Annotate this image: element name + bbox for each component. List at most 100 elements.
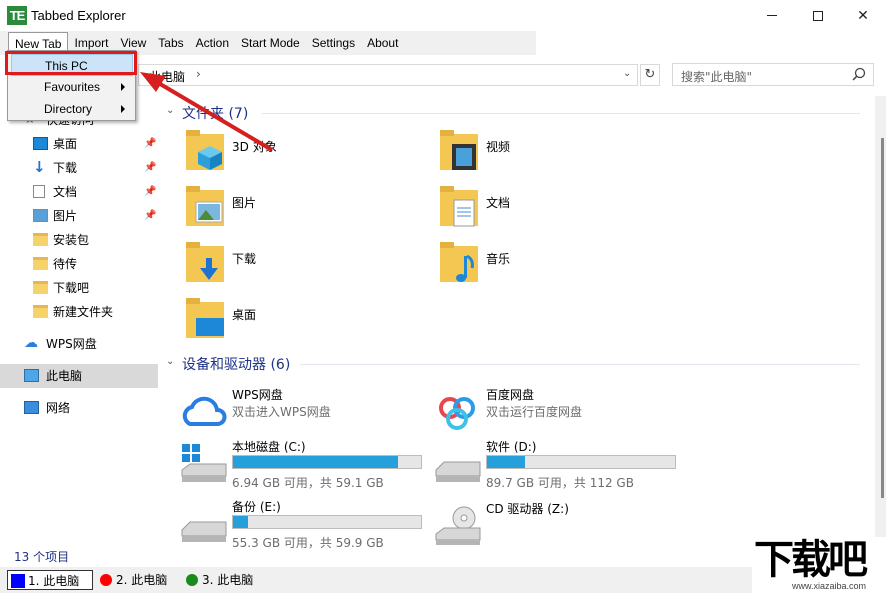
folder-tile[interactable]: 视频 [440, 130, 660, 182]
title-bar: TE Tabbed Explorer ✕ [0, 0, 886, 31]
search-input[interactable]: 搜索"此电脑" [672, 63, 874, 86]
folder-tile[interactable]: 下载 [186, 242, 406, 294]
cd-drive-icon [435, 506, 481, 545]
hard-drive-icon [181, 521, 227, 542]
sidebar-item-documents[interactable]: 文档 📌 [0, 180, 158, 204]
drive-tile-d[interactable]: 软件 (D:) 89.7 GB 可用，共 112 GB [434, 438, 684, 494]
pin-icon: 📌 [144, 210, 157, 221]
computer-icon [24, 369, 39, 382]
drive-tile-z[interactable]: CD 驱动器 (Z:) [434, 500, 684, 556]
maximize-button[interactable] [795, 0, 841, 31]
search-icon [852, 67, 866, 81]
picture-icon [33, 209, 48, 222]
group-header-devices[interactable]: 设备和驱动器 (6) [182, 354, 290, 374]
group-divider [262, 113, 860, 114]
drive-usage-bar [486, 455, 676, 469]
collapse-chevron-icon[interactable]: ⌄ [166, 356, 174, 367]
menu-about[interactable]: About [361, 32, 404, 54]
submenu-arrow-icon [121, 105, 125, 113]
folder-icon [33, 233, 48, 246]
maximize-icon [813, 10, 823, 21]
scrollbar-thumb[interactable] [881, 138, 884, 498]
sidebar-item-folder[interactable]: 待传 [0, 252, 158, 276]
watermark-text: 下载吧 [754, 537, 868, 583]
group-divider [300, 364, 860, 365]
sidebar-item-folder[interactable]: 下载吧 [0, 276, 158, 300]
search-placeholder: 搜索"此电脑" [681, 70, 753, 84]
refresh-button[interactable]: ↻ [640, 64, 660, 86]
desktop-folder-icon [186, 298, 224, 338]
cloud-icon: ☁ [24, 335, 38, 351]
minimize-button[interactable] [749, 0, 795, 31]
close-icon: ✕ [857, 7, 869, 24]
sidebar-item-desktop[interactable]: 桌面 📌 [0, 132, 158, 156]
group-header-folders[interactable]: 文件夹 (7) [182, 103, 248, 123]
close-button[interactable]: ✕ [840, 0, 886, 31]
sidebar-item-network[interactable]: 网络 [0, 396, 158, 420]
sidebar-item-this-pc[interactable]: 此电脑 [0, 364, 158, 388]
hard-drive-icon [435, 461, 481, 482]
watermark-url: www.xiazaiba.com [792, 581, 867, 591]
folder-tile[interactable]: 文档 [440, 186, 660, 238]
drive-tile-e[interactable]: 备份 (E:) 55.3 GB 可用，共 59.9 GB [180, 498, 430, 554]
item-count: 13 个项目 [14, 550, 70, 564]
sidebar-item-wps[interactable]: ☁ WPS网盘 [0, 332, 158, 356]
windows-drive-icon [181, 444, 227, 482]
folder-tile[interactable]: 图片 [186, 186, 406, 238]
tab-color-icon [11, 574, 25, 588]
tab-color-icon [186, 574, 198, 586]
3d-objects-folder-icon [186, 130, 224, 170]
app-icon: TE [7, 6, 27, 25]
baidu-drive-tile[interactable]: 百度网盘 双击运行百度网盘 [434, 386, 684, 442]
watermark-logo: 下载吧 www.xiazaiba.com [752, 537, 886, 593]
document-icon [33, 185, 45, 198]
address-history-chevron-icon[interactable]: ⌄ [623, 68, 631, 79]
folder-tile[interactable]: 桌面 [186, 298, 406, 350]
menu-tabs[interactable]: Tabs [152, 32, 189, 54]
sidebar-item-folder[interactable]: 安装包 [0, 228, 158, 252]
submenu-arrow-icon [121, 83, 125, 91]
network-icon [24, 401, 39, 414]
pin-icon: 📌 [144, 186, 157, 197]
folder-icon [33, 281, 48, 294]
dropdown-favourites-label: Favourites [44, 80, 101, 94]
breadcrumb-chevron-icon: › [196, 67, 201, 81]
sidebar-item-downloads[interactable]: ↓ 下载 📌 [0, 156, 158, 180]
pin-icon: 📌 [144, 162, 157, 173]
menu-start-mode[interactable]: Start Mode [235, 32, 306, 54]
navigation-pane: ★ 快速访问 桌面 📌 ↓ 下载 📌 文档 📌 图片 📌 安装包 待传 下载吧 … [0, 96, 158, 542]
folder-icon [33, 305, 48, 318]
music-folder-icon [440, 242, 478, 282]
drive-tile-c[interactable]: 本地磁盘 (C:) 6.94 GB 可用，共 59.1 GB [180, 438, 430, 494]
address-bar[interactable]: 此电脑 › ⌄ [138, 64, 638, 86]
drive-usage-bar [232, 455, 422, 469]
refresh-icon: ↻ [644, 67, 656, 82]
pin-icon: 📌 [144, 138, 157, 149]
dropdown-directory-label: Directory [44, 102, 93, 116]
minimize-icon [767, 15, 777, 16]
window-title: Tabbed Explorer [31, 8, 126, 23]
baidu-netdisk-icon [439, 397, 475, 430]
tab-1[interactable]: 1. 此电脑 [7, 570, 93, 590]
sidebar-item-folder[interactable]: 新建文件夹 [0, 300, 158, 324]
folder-tile[interactable]: 音乐 [440, 242, 660, 294]
collapse-chevron-icon[interactable]: ⌄ [166, 105, 174, 116]
sidebar-item-pictures[interactable]: 图片 📌 [0, 204, 158, 228]
menu-action[interactable]: Action [190, 32, 235, 54]
tab-3[interactable]: 3. 此电脑 [184, 570, 264, 590]
menu-settings[interactable]: Settings [306, 32, 361, 54]
downloads-folder-icon [186, 242, 224, 282]
drive-usage-bar [232, 515, 422, 529]
tab-2[interactable]: 2. 此电脑 [98, 570, 178, 590]
dropdown-directory[interactable]: Directory [11, 98, 133, 120]
documents-folder-icon [440, 186, 478, 227]
download-arrow-icon: ↓ [33, 158, 46, 176]
folder-tile[interactable]: 3D 对象 [186, 130, 406, 182]
tab-color-icon [100, 574, 112, 586]
wps-cloud-icon [182, 396, 227, 426]
video-folder-icon [440, 130, 478, 170]
dropdown-favourites[interactable]: Favourites [11, 76, 133, 98]
wps-drive-tile[interactable]: WPS网盘 双击进入WPS网盘 [180, 386, 430, 442]
address-path: 此电脑 [149, 70, 186, 84]
pictures-folder-icon [186, 186, 224, 226]
